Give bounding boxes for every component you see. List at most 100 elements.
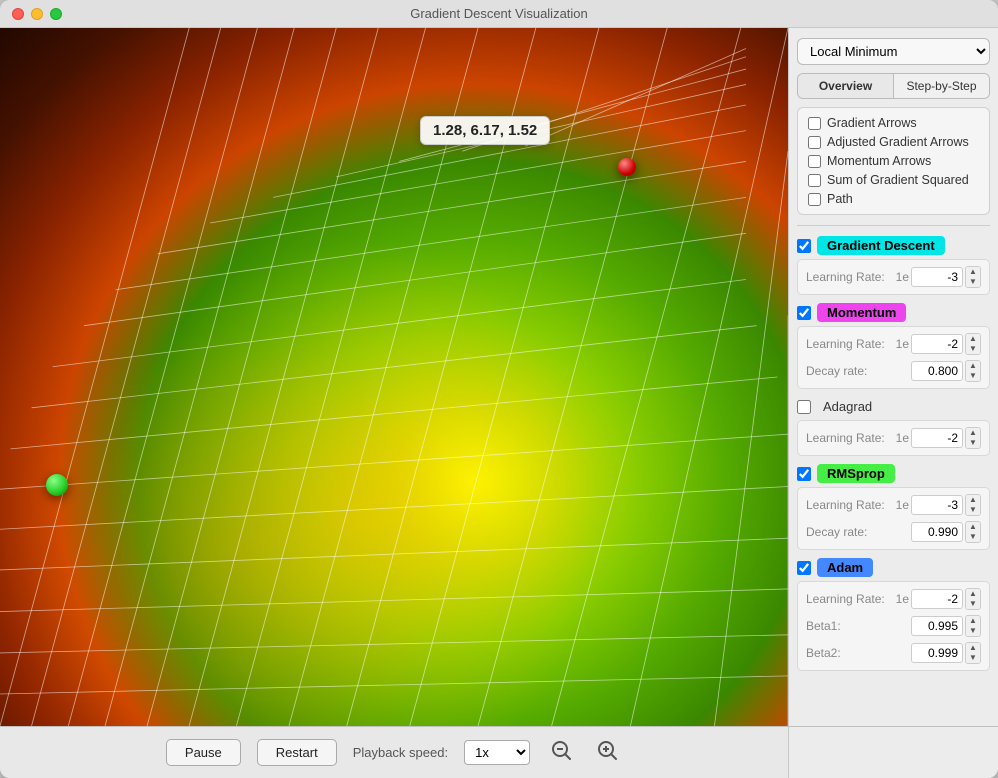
display-options-panel: Gradient Arrows Adjusted Gradient Arrows… bbox=[797, 107, 990, 215]
adam-beta1-input[interactable] bbox=[911, 616, 963, 636]
adam-header: Adam bbox=[797, 558, 990, 577]
adam-beta2-down[interactable]: ▼ bbox=[966, 653, 980, 663]
adam-lr-down[interactable]: ▼ bbox=[966, 599, 980, 609]
momentum-header: Momentum bbox=[797, 303, 990, 322]
checkbox-gradient-arrows-label: Gradient Arrows bbox=[827, 116, 917, 130]
momentum-section: Momentum Learning Rate: 1e ▲ ▼ bbox=[797, 303, 990, 389]
surface-overlay bbox=[0, 28, 788, 726]
mom-dr-input[interactable] bbox=[911, 361, 963, 381]
bottom-section: Pause Restart Playback speed: 0.25x 0.5x… bbox=[0, 726, 998, 778]
rms-lr-input[interactable] bbox=[911, 495, 963, 515]
main-window: Gradient Descent Visualization bbox=[0, 0, 998, 778]
content-area: 1.28, 6.17, 1.52 Local Minimum Saddle Po… bbox=[0, 28, 998, 726]
gd-lr-prefix: 1e bbox=[896, 270, 909, 284]
rms-dr-stepper: ▲ ▼ bbox=[965, 521, 981, 543]
mom-dr-up[interactable]: ▲ bbox=[966, 361, 980, 371]
checkbox-path[interactable] bbox=[808, 193, 821, 206]
mode-dropdown[interactable]: Local Minimum Saddle Point Global Minimu… bbox=[797, 38, 990, 65]
gd-lr-input-group: 1e ▲ ▼ bbox=[896, 266, 981, 288]
rms-lr-prefix: 1e bbox=[896, 498, 909, 512]
speed-select[interactable]: 0.25x 0.5x 1x 2x 4x bbox=[464, 740, 530, 765]
mom-dr-stepper: ▲ ▼ bbox=[965, 360, 981, 382]
adam-checkbox[interactable] bbox=[797, 561, 811, 575]
adagrad-header: Adagrad bbox=[797, 397, 990, 416]
gradient-descent-section: Gradient Descent Learning Rate: 1e ▲ ▼ bbox=[797, 236, 990, 295]
adagrad-params: Learning Rate: 1e ▲ ▼ bbox=[797, 420, 990, 456]
momentum-checkbox[interactable] bbox=[797, 306, 811, 320]
zoom-out-button[interactable] bbox=[546, 737, 576, 768]
checkbox-sum-gradient-label: Sum of Gradient Squared bbox=[827, 173, 969, 187]
rms-dr-up[interactable]: ▲ bbox=[966, 522, 980, 532]
adam-beta2-stepper: ▲ ▼ bbox=[965, 642, 981, 664]
checkbox-sum-gradient[interactable] bbox=[808, 174, 821, 187]
momentum-badge: Momentum bbox=[817, 303, 906, 322]
rms-lr-stepper: ▲ ▼ bbox=[965, 494, 981, 516]
ada-lr-down[interactable]: ▼ bbox=[966, 438, 980, 448]
minimize-button[interactable] bbox=[31, 8, 43, 20]
rms-lr-input-group: 1e ▲ ▼ bbox=[896, 494, 981, 516]
adam-lr-up[interactable]: ▲ bbox=[966, 589, 980, 599]
tab-overview[interactable]: Overview bbox=[798, 74, 894, 98]
rmsprop-header: RMSprop bbox=[797, 464, 990, 483]
tab-bar: Overview Step-by-Step bbox=[797, 73, 990, 99]
adam-beta1-down[interactable]: ▼ bbox=[966, 626, 980, 636]
gd-lr-input[interactable] bbox=[911, 267, 963, 287]
mom-lr-prefix: 1e bbox=[896, 337, 909, 351]
adam-beta1-stepper: ▲ ▼ bbox=[965, 615, 981, 637]
rms-dr-down[interactable]: ▼ bbox=[966, 532, 980, 542]
rms-dr-input-group: ▲ ▼ bbox=[911, 521, 981, 543]
gradient-descent-checkbox[interactable] bbox=[797, 239, 811, 253]
traffic-lights bbox=[12, 8, 62, 20]
ada-lr-input[interactable] bbox=[911, 428, 963, 448]
maximize-button[interactable] bbox=[50, 8, 62, 20]
adagrad-checkbox[interactable] bbox=[797, 400, 811, 414]
checkbox-momentum-arrows[interactable] bbox=[808, 155, 821, 168]
mom-lr-input-group: 1e ▲ ▼ bbox=[896, 333, 981, 355]
gd-lr-stepper: ▲ ▼ bbox=[965, 266, 981, 288]
rmsprop-badge: RMSprop bbox=[817, 464, 895, 483]
zoom-in-button[interactable] bbox=[592, 737, 622, 768]
adam-lr-prefix: 1e bbox=[896, 592, 909, 606]
checkbox-adjusted-gradient[interactable] bbox=[808, 136, 821, 149]
restart-button[interactable]: Restart bbox=[257, 739, 337, 766]
adam-section: Adam Learning Rate: 1e ▲ ▼ bbox=[797, 558, 990, 671]
pause-button[interactable]: Pause bbox=[166, 739, 241, 766]
gradient-descent-header: Gradient Descent bbox=[797, 236, 990, 255]
adam-beta2-input[interactable] bbox=[911, 643, 963, 663]
rms-lr-row: Learning Rate: 1e ▲ ▼ bbox=[806, 494, 981, 516]
zoom-in-icon bbox=[596, 739, 618, 761]
rms-lr-label: Learning Rate: bbox=[806, 498, 885, 512]
rmsprop-checkbox[interactable] bbox=[797, 467, 811, 481]
rms-dr-input[interactable] bbox=[911, 522, 963, 542]
adam-beta2-label: Beta2: bbox=[806, 646, 841, 660]
ada-lr-input-group: 1e ▲ ▼ bbox=[896, 427, 981, 449]
checkbox-gradient-arrows[interactable] bbox=[808, 117, 821, 130]
gd-lr-row: Learning Rate: 1e ▲ ▼ bbox=[806, 266, 981, 288]
gd-lr-up[interactable]: ▲ bbox=[966, 267, 980, 277]
mom-lr-row: Learning Rate: 1e ▲ ▼ bbox=[806, 333, 981, 355]
checkbox-adjusted-gradient-row: Adjusted Gradient Arrows bbox=[808, 135, 979, 149]
mom-dr-row: Decay rate: ▲ ▼ bbox=[806, 360, 981, 382]
adam-lr-input[interactable] bbox=[911, 589, 963, 609]
rms-lr-up[interactable]: ▲ bbox=[966, 495, 980, 505]
rmsprop-section: RMSprop Learning Rate: 1e ▲ ▼ bbox=[797, 464, 990, 550]
rms-lr-down[interactable]: ▼ bbox=[966, 505, 980, 515]
gd-lr-down[interactable]: ▼ bbox=[966, 277, 980, 287]
adam-beta2-input-group: ▲ ▼ bbox=[911, 642, 981, 664]
adagrad-label: Adagrad bbox=[817, 397, 878, 416]
mom-lr-label: Learning Rate: bbox=[806, 337, 885, 351]
checkbox-momentum-arrows-label: Momentum Arrows bbox=[827, 154, 931, 168]
mom-lr-input[interactable] bbox=[911, 334, 963, 354]
ada-lr-stepper: ▲ ▼ bbox=[965, 427, 981, 449]
adam-beta1-up[interactable]: ▲ bbox=[966, 616, 980, 626]
mom-lr-down[interactable]: ▼ bbox=[966, 344, 980, 354]
bottom-controls: Pause Restart Playback speed: 0.25x 0.5x… bbox=[0, 726, 788, 778]
visualization-area[interactable]: 1.28, 6.17, 1.52 bbox=[0, 28, 788, 726]
mom-dr-down[interactable]: ▼ bbox=[966, 371, 980, 381]
close-button[interactable] bbox=[12, 8, 24, 20]
ada-lr-up[interactable]: ▲ bbox=[966, 428, 980, 438]
rms-dr-label: Decay rate: bbox=[806, 525, 867, 539]
adam-beta2-up[interactable]: ▲ bbox=[966, 643, 980, 653]
tab-stepbystep[interactable]: Step-by-Step bbox=[894, 74, 989, 98]
mom-lr-up[interactable]: ▲ bbox=[966, 334, 980, 344]
